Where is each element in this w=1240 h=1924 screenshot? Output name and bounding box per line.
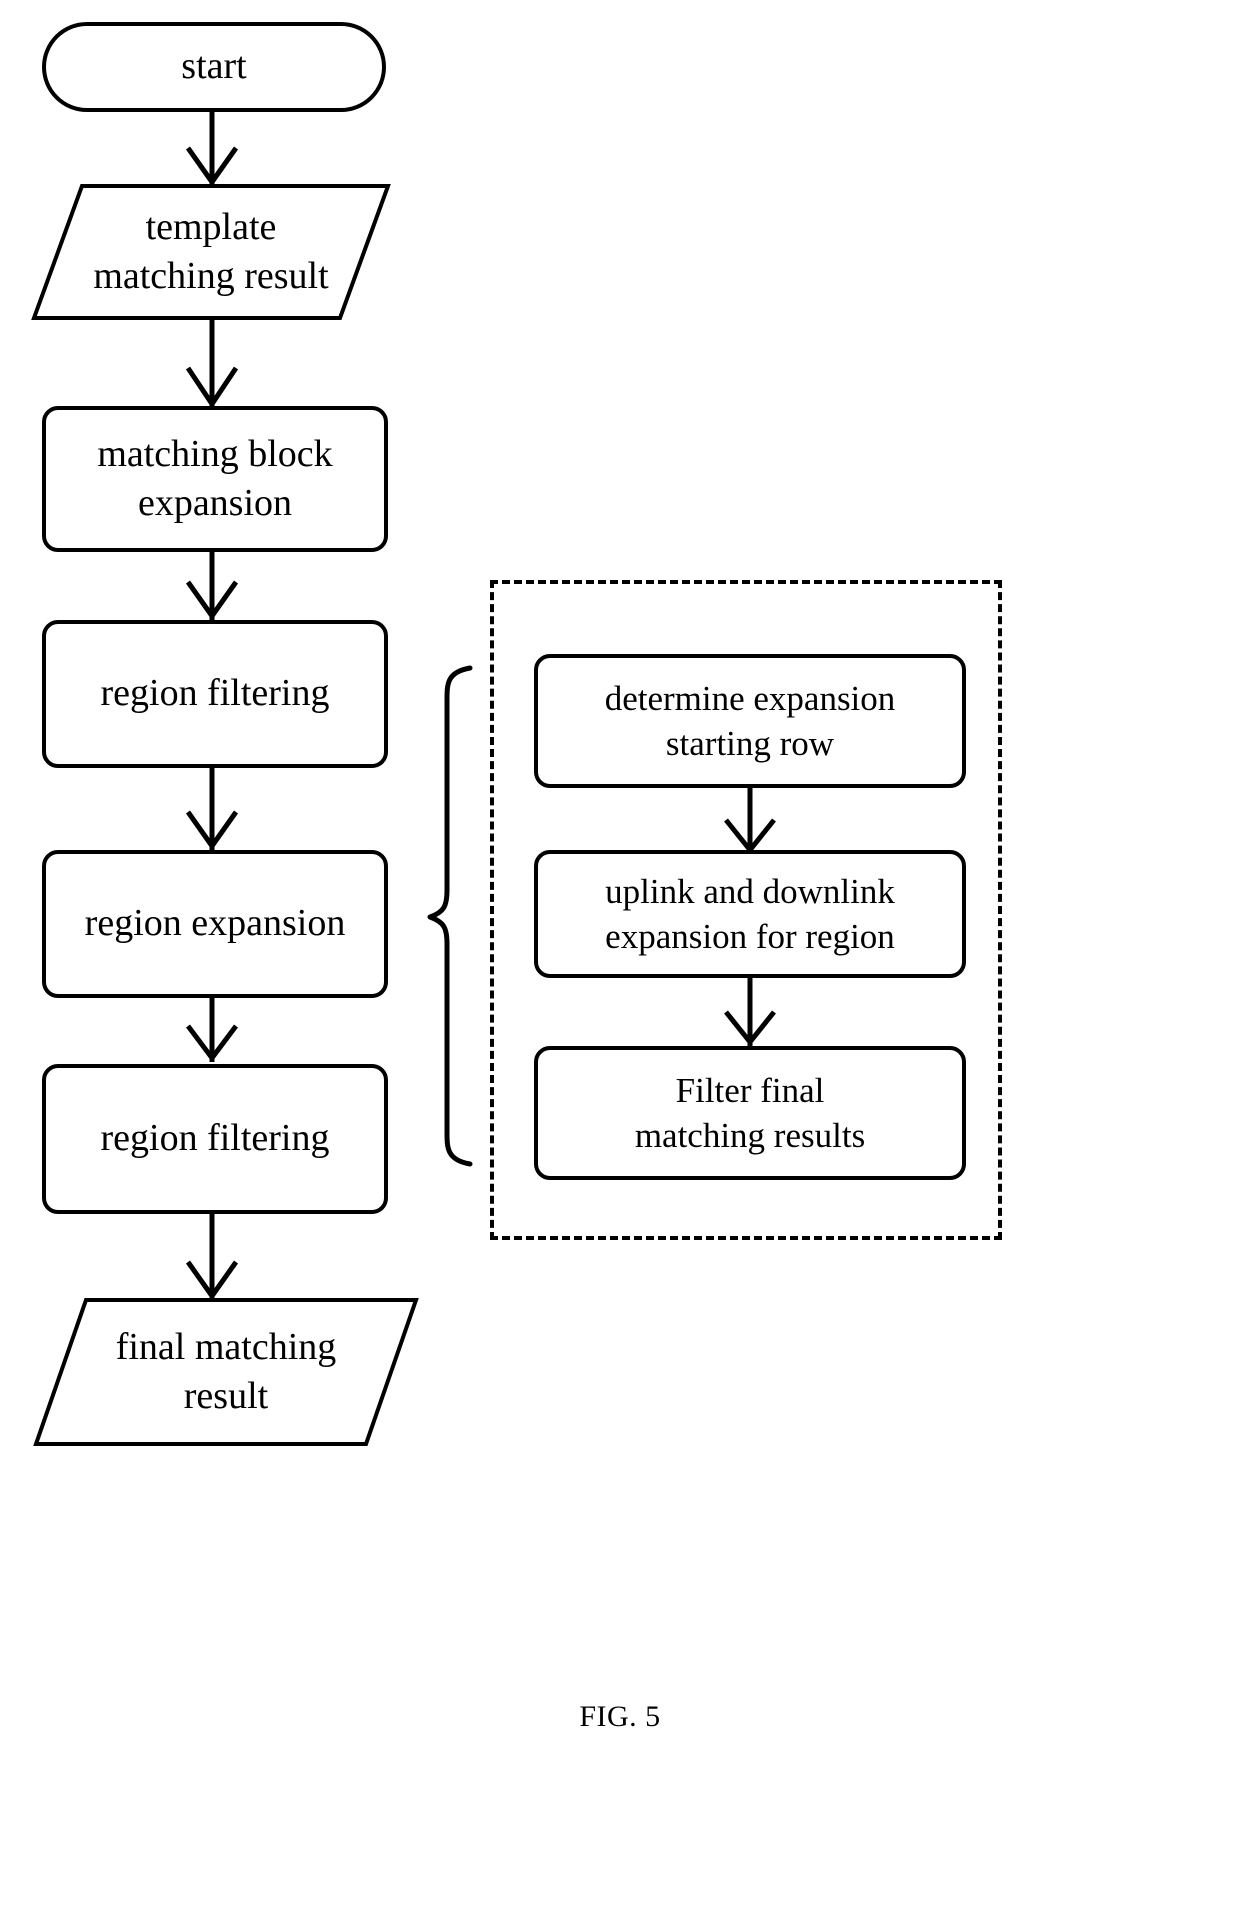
node-template-matching-result[interactable]: template matching result [34,186,388,318]
node-start[interactable]: start [42,22,386,112]
node-filter-final-line-1: matching results [634,1116,866,1155]
node-final-matching-result[interactable]: final matching result [36,1300,416,1444]
arrowhead-filter2-to-final [185,1260,239,1301]
node-final-result-line-0: final matching [115,1325,337,1368]
node-updown-expand-line-1: expansion for region [605,917,895,956]
node-region-filtering-2[interactable]: region filtering [42,1064,388,1214]
node-template-result-line-1: matching result [93,255,329,297]
node-start-line-0: start [181,45,247,88]
node-filter-final-matching-results[interactable]: Filter final matching results [534,1046,966,1180]
node-matching-block-expansion[interactable]: matching block expansion [42,406,388,552]
node-determine-expansion-starting-row[interactable]: determine expansion starting row [534,654,966,788]
node-uplink-downlink-expansion[interactable]: uplink and downlink expansion for region [534,850,966,978]
arrowhead-expansion-to-filter2 [186,1024,238,1063]
arrowhead-filter1-to-expansion [185,810,239,851]
arrowhead-template-to-block [185,366,239,409]
node-region-expansion[interactable]: region expansion [42,850,388,998]
node-final-result-line-1: result [183,1375,269,1417]
node-filter-final-line-0: Filter final [675,1070,825,1110]
node-region-expansion-line-0: region expansion [84,902,346,945]
node-region-filtering-1-line-0: region filtering [100,672,330,715]
arrowhead-start-to-template [185,146,239,187]
arrowhead-block-to-filter1 [185,580,239,621]
node-template-result-line-0: template [145,205,277,248]
figure-caption: FIG. 5 [579,1700,661,1733]
node-region-filtering-2-line-0: region filtering [100,1117,330,1160]
flowchart-canvas: start template matching result matching … [0,0,1240,1924]
node-determine-row-line-0: determine expansion [604,678,896,718]
node-updown-expand-line-0: uplink and downlink [605,871,895,911]
node-determine-row-line-1: starting row [665,724,835,763]
node-block-expansion-line-0: matching block [97,432,333,475]
curly-brace-connector [427,665,473,1167]
node-region-filtering-1[interactable]: region filtering [42,620,388,768]
node-block-expansion-line-1: expansion [137,482,293,524]
